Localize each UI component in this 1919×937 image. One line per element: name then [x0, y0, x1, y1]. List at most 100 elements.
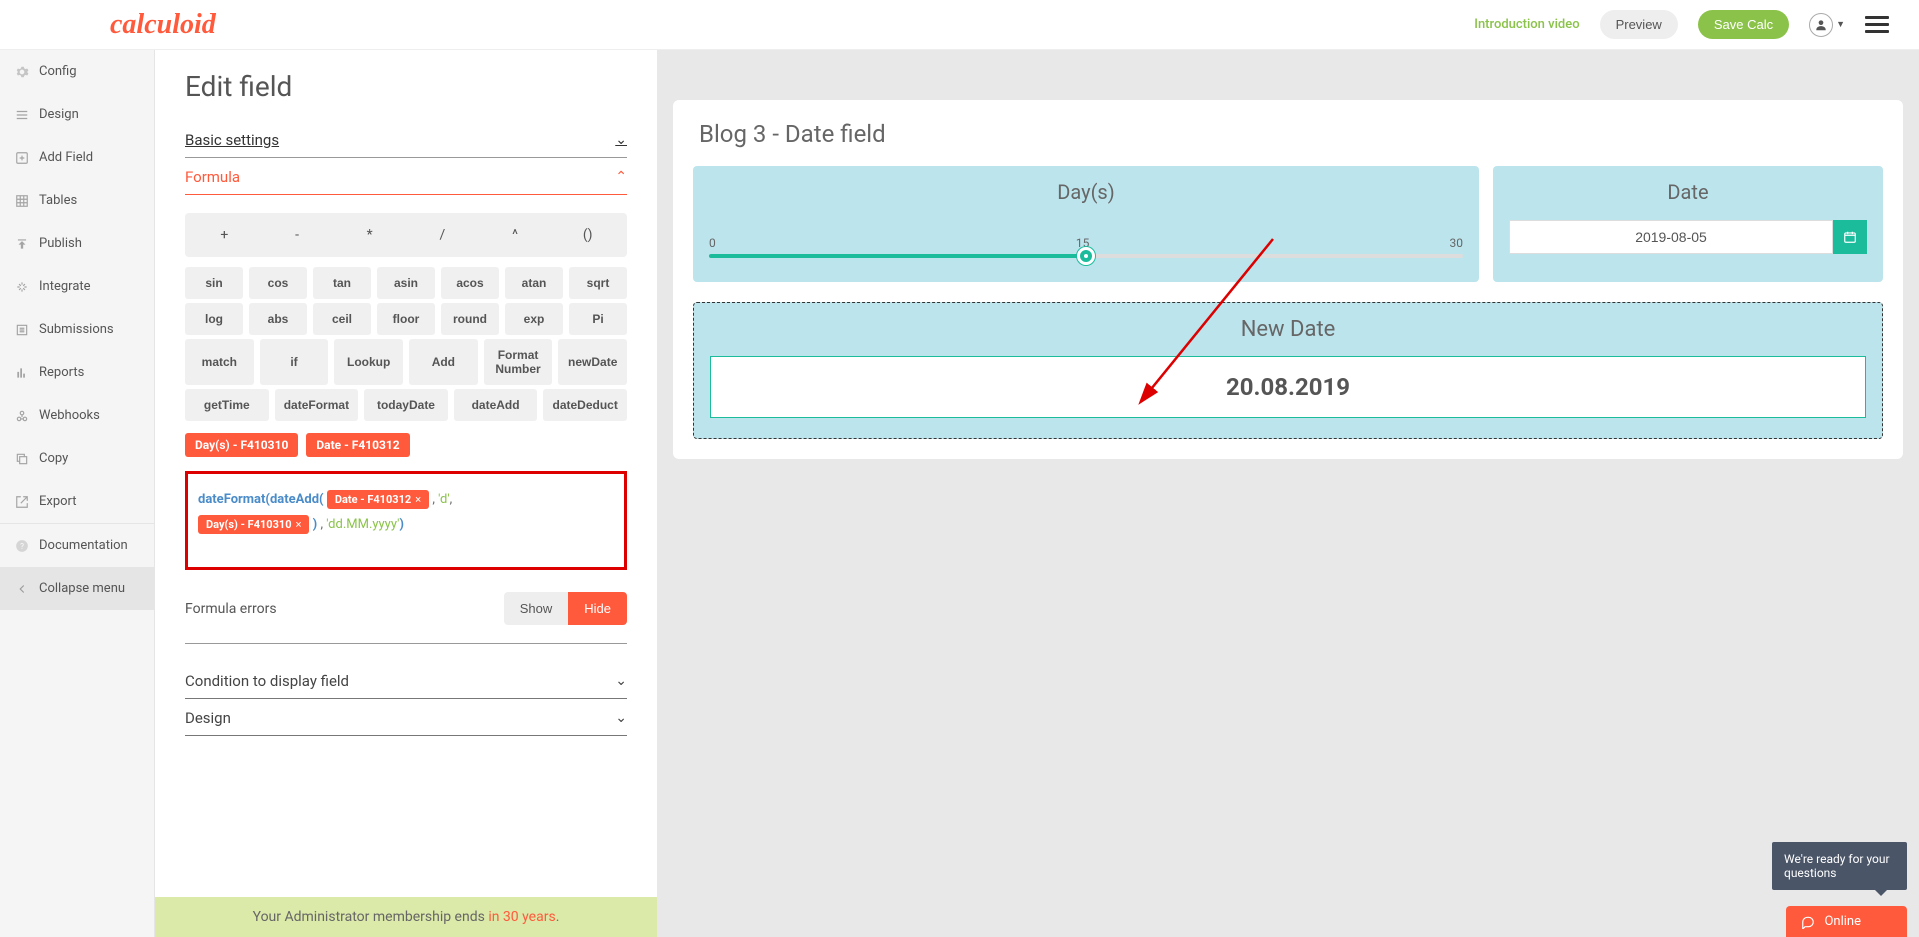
remove-icon: × — [415, 493, 421, 506]
sidebar-item-reports[interactable]: Reports — [0, 351, 154, 394]
intro-video-link[interactable]: Introduction video — [1474, 17, 1579, 32]
func-sqrt[interactable]: sqrt — [569, 267, 627, 299]
func-tan[interactable]: tan — [313, 267, 371, 299]
formula-errors-label: Formula errors — [185, 601, 277, 617]
list-icon — [15, 323, 29, 337]
date-label: Date — [1509, 180, 1867, 204]
sidebar: Config Design Add Field Tables Publish I… — [0, 50, 155, 937]
preview-button[interactable]: Preview — [1600, 10, 1678, 39]
func-round[interactable]: round — [441, 303, 499, 335]
table-icon — [15, 194, 29, 208]
show-button[interactable]: Show — [504, 592, 569, 625]
func-exp[interactable]: exp — [505, 303, 563, 335]
avatar-caret-icon[interactable]: ▼ — [1836, 19, 1845, 30]
chat-tooltip: We're ready for your questions — [1772, 842, 1907, 890]
integrate-icon — [15, 280, 29, 294]
user-avatar[interactable] — [1809, 13, 1833, 37]
svg-text:?: ? — [20, 540, 24, 550]
sidebar-item-collapse[interactable]: Collapse menu — [0, 567, 154, 610]
op-paren[interactable]: () — [560, 221, 615, 249]
func-format-number[interactable]: Format Number — [484, 339, 553, 385]
chat-icon — [1800, 915, 1816, 929]
days-slider[interactable]: 0 15 30 — [709, 220, 1463, 258]
func-log[interactable]: log — [185, 303, 243, 335]
design-icon — [15, 108, 29, 122]
sidebar-item-webhooks[interactable]: Webhooks — [0, 394, 154, 437]
copy-icon — [15, 452, 29, 466]
days-card: Day(s) 0 15 30 — [693, 166, 1479, 282]
calendar-button[interactable] — [1833, 220, 1867, 254]
hide-button[interactable]: Hide — [568, 592, 627, 625]
func-floor[interactable]: floor — [377, 303, 435, 335]
func-asin[interactable]: asin — [377, 267, 435, 299]
logo[interactable]: calculoid — [110, 9, 216, 41]
func-if[interactable]: if — [260, 339, 329, 385]
errors-toggle: Show Hide — [504, 592, 627, 625]
sidebar-item-integrate[interactable]: Integrate — [0, 265, 154, 308]
edit-field-panel: Edit field Basic settings⌄ Formula⌃ + - … — [155, 50, 657, 937]
chart-icon — [15, 366, 29, 380]
save-calc-button[interactable]: Save Calc — [1698, 10, 1789, 39]
sidebar-item-publish[interactable]: Publish — [0, 222, 154, 265]
tag-days[interactable]: Day(s) - F410310 — [185, 433, 298, 457]
publish-icon — [15, 237, 29, 251]
op-minus[interactable]: - — [270, 221, 325, 249]
hamburger-menu-icon[interactable] — [1865, 12, 1889, 37]
func-match[interactable]: match — [185, 339, 254, 385]
op-pow[interactable]: ^ — [488, 221, 543, 249]
sidebar-item-documentation[interactable]: ?Documentation — [0, 523, 154, 567]
func-add[interactable]: Add — [409, 339, 478, 385]
operator-row: + - * / ^ () — [185, 213, 627, 257]
chat-button[interactable]: Online — [1786, 906, 1907, 937]
slider-thumb[interactable] — [1077, 247, 1095, 265]
func-atan[interactable]: atan — [505, 267, 563, 299]
func-gettime[interactable]: getTime — [185, 389, 269, 421]
preview-card: Blog 3 - Date field Day(s) 0 15 30 Date — [673, 100, 1903, 459]
section-design[interactable]: Design⌄ — [185, 699, 627, 736]
func-datededuct[interactable]: dateDeduct — [543, 389, 627, 421]
sidebar-item-design[interactable]: Design — [0, 93, 154, 136]
func-ceil[interactable]: ceil — [313, 303, 371, 335]
func-abs[interactable]: abs — [249, 303, 307, 335]
formula-tag-days[interactable]: Day(s) - F410310× — [198, 515, 309, 534]
tag-date[interactable]: Date - F410312 — [306, 433, 409, 457]
field-tags: Day(s) - F410310 Date - F410312 — [185, 433, 627, 457]
func-acos[interactable]: acos — [441, 267, 499, 299]
sidebar-item-add-field[interactable]: Add Field — [0, 136, 154, 179]
export-icon — [15, 495, 29, 509]
func-cos[interactable]: cos — [249, 267, 307, 299]
chevron-down-icon: ⌄ — [615, 132, 627, 148]
chevron-left-icon — [15, 582, 29, 596]
edit-field-title: Edit field — [185, 70, 627, 103]
date-card: Date — [1493, 166, 1883, 282]
func-lookup[interactable]: Lookup — [334, 339, 403, 385]
sidebar-item-config[interactable]: Config — [0, 50, 154, 93]
section-condition[interactable]: Condition to display field⌄ — [185, 662, 627, 699]
op-div[interactable]: / — [415, 221, 470, 249]
func-dateadd[interactable]: dateAdd — [454, 389, 538, 421]
plus-square-icon — [15, 151, 29, 165]
sidebar-item-export[interactable]: Export — [0, 480, 154, 523]
function-grid: sincostanasinacosatansqrt logabsceilfloor… — [185, 267, 627, 421]
chevron-down-icon: ⌄ — [615, 673, 627, 689]
formula-tag-date[interactable]: Date - F410312× — [327, 490, 429, 509]
op-plus[interactable]: + — [197, 221, 252, 249]
sidebar-item-copy[interactable]: Copy — [0, 437, 154, 480]
remove-icon: × — [296, 518, 302, 531]
chevron-up-icon: ⌃ — [615, 169, 627, 185]
op-mult[interactable]: * — [342, 221, 397, 249]
membership-banner: Your Administrator membership ends in 30… — [155, 897, 657, 937]
section-formula[interactable]: Formula⌃ — [185, 158, 627, 195]
formula-editor[interactable]: dateFormat(dateAdd( Date - F410312× , 'd… — [185, 471, 627, 570]
help-icon: ? — [15, 539, 29, 553]
sidebar-item-submissions[interactable]: Submissions — [0, 308, 154, 351]
date-input[interactable] — [1509, 220, 1833, 254]
func-pi[interactable]: Pi — [569, 303, 627, 335]
func-sin[interactable]: sin — [185, 267, 243, 299]
section-basic-settings[interactable]: Basic settings⌄ — [185, 121, 627, 158]
preview-title: Blog 3 - Date field — [693, 120, 1883, 148]
func-dateformat[interactable]: dateFormat — [275, 389, 359, 421]
sidebar-item-tables[interactable]: Tables — [0, 179, 154, 222]
func-todaydate[interactable]: todayDate — [364, 389, 448, 421]
func-newdate[interactable]: newDate — [558, 339, 627, 385]
